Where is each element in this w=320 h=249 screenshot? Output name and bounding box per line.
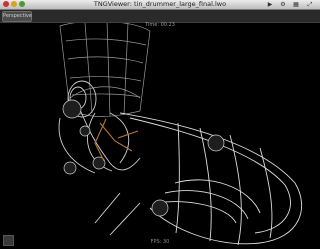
wireframe-model — [0, 20, 320, 249]
view-mode-button[interactable]: Perspective — [2, 11, 32, 22]
fps-label: FPS: 30 — [150, 239, 170, 245]
grid-icon[interactable]: ▦ — [292, 1, 300, 8]
title-bar[interactable]: TNGViewer: tin_drummer_large_final.lwo ▶… — [0, 0, 320, 10]
fullscreen-icon[interactable]: ⤢ — [305, 1, 315, 8]
3d-viewport[interactable] — [0, 20, 320, 249]
viewer-window: TNGViewer: tin_drummer_large_final.lwo ▶… — [0, 0, 320, 249]
resize-grip-icon[interactable] — [3, 235, 14, 246]
gear-icon[interactable]: ⚙ — [279, 1, 287, 8]
play-icon[interactable]: ▶ — [266, 1, 274, 8]
time-label: Time: 00.23 — [145, 22, 175, 28]
